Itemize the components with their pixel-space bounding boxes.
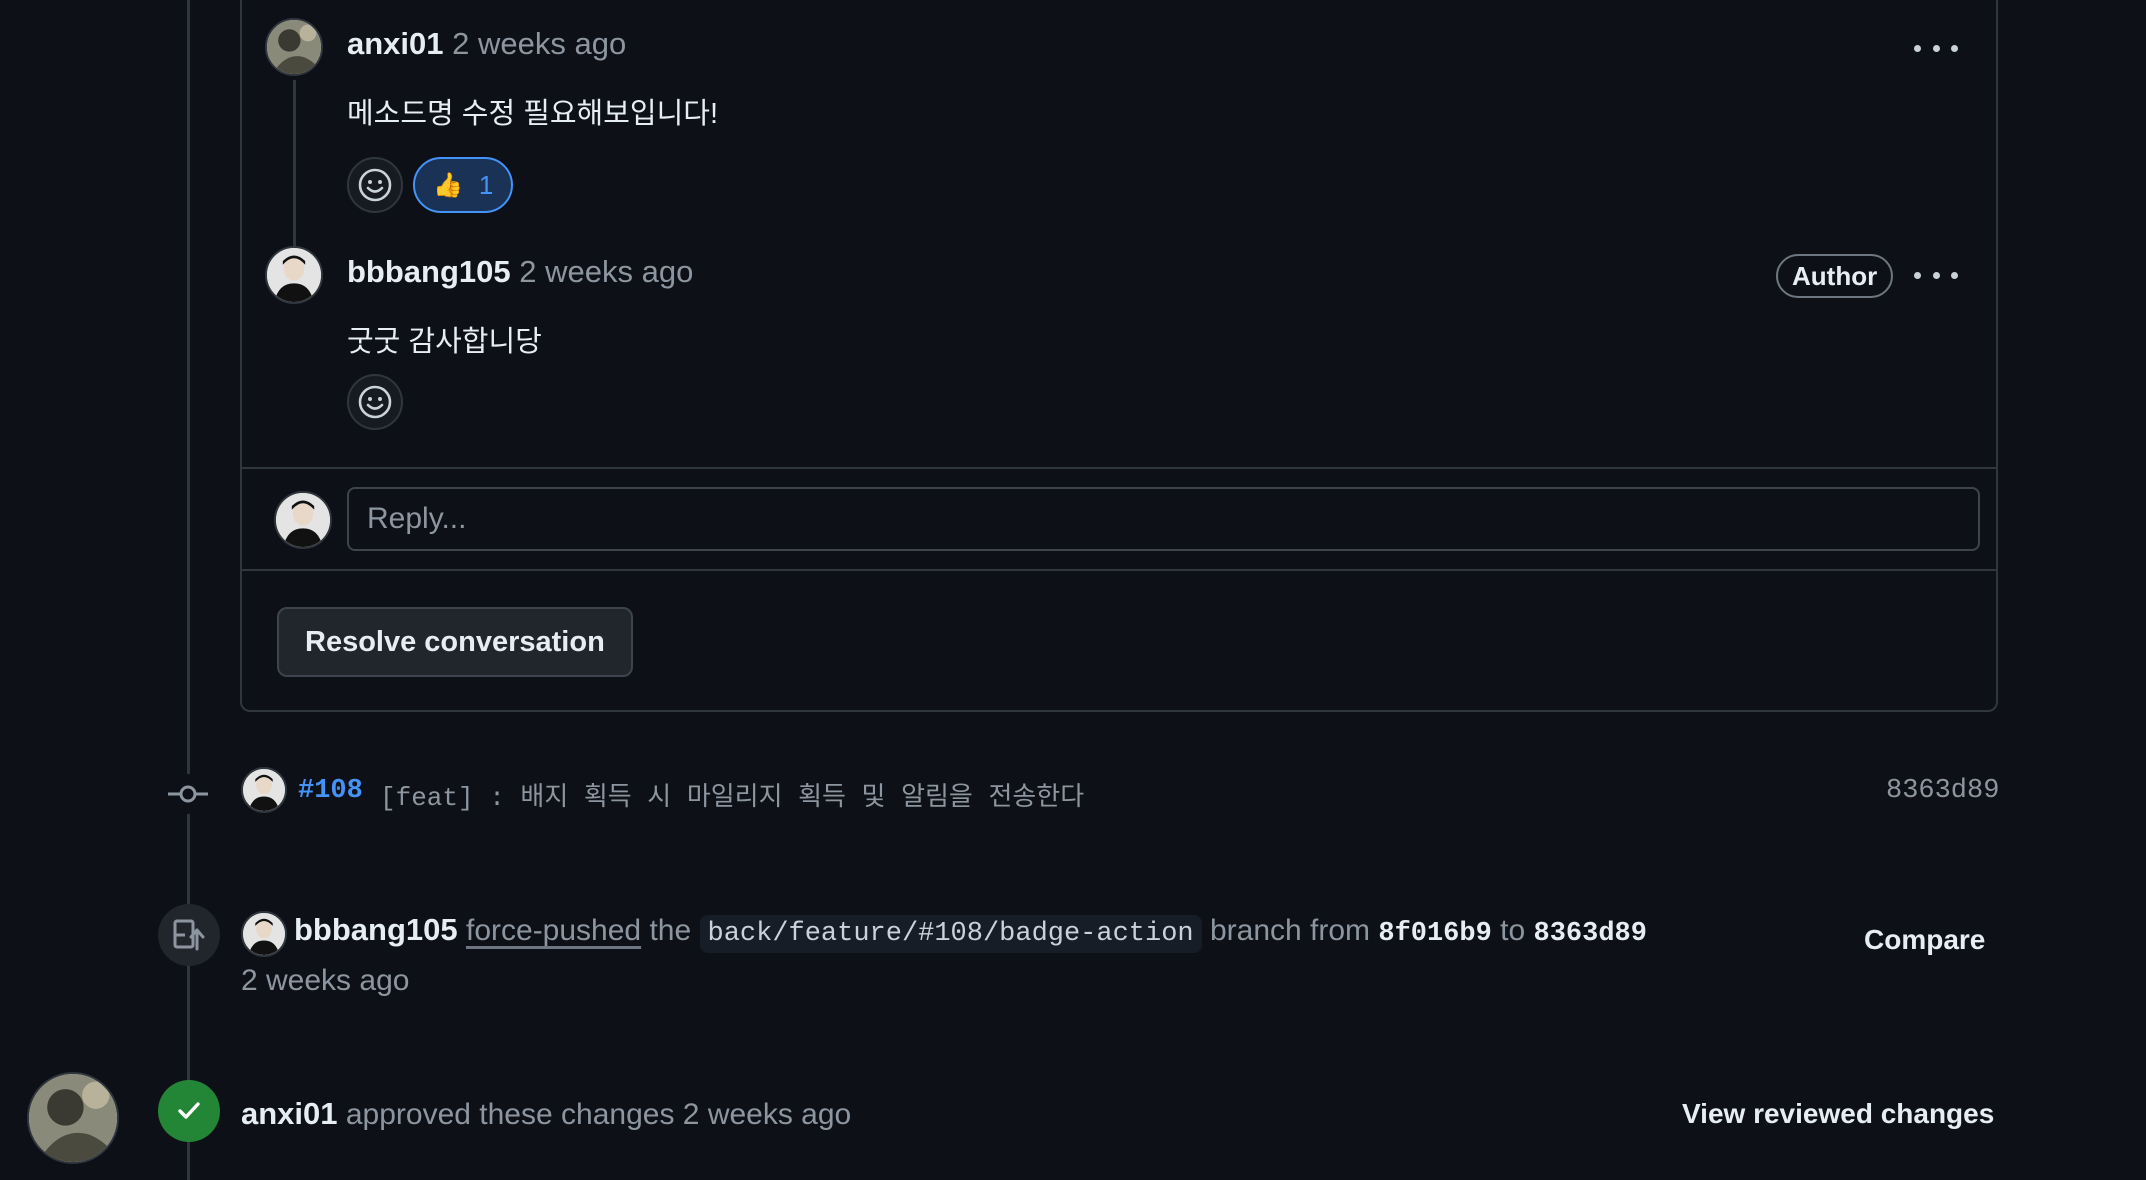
the-text: the bbox=[649, 914, 692, 947]
comment-timestamp[interactable]: 2 weeks ago bbox=[519, 254, 693, 289]
timeline-line bbox=[187, 0, 190, 1180]
force-push-summary: bbbang105 force-pushed the back/feature/… bbox=[294, 912, 1647, 953]
force-pushed-link[interactable]: force-pushed bbox=[466, 914, 641, 947]
branch-from-text: branch from bbox=[1209, 914, 1371, 947]
smiley-icon bbox=[358, 385, 392, 419]
commit-author-avatar[interactable] bbox=[241, 767, 287, 813]
avatar[interactable] bbox=[265, 18, 323, 76]
review-timestamp[interactable]: 2 weeks ago bbox=[683, 1098, 851, 1131]
view-reviewed-changes-button[interactable]: View reviewed changes bbox=[1682, 1098, 1994, 1130]
comment-options-button[interactable] bbox=[1914, 38, 1958, 58]
approved-badge bbox=[158, 1080, 220, 1142]
commit-sha[interactable]: 8363d89 bbox=[1886, 776, 1999, 806]
comment-author[interactable]: anxi01 2 weeks ago bbox=[347, 26, 626, 62]
force-push-timestamp[interactable]: 2 weeks ago bbox=[241, 964, 409, 998]
commit-message[interactable]: [feat] : 배지 획득 시 마일리지 획득 및 알림을 전송한다 bbox=[380, 776, 1084, 813]
commit-issue-link[interactable]: #108 bbox=[298, 776, 363, 806]
to-sha-link[interactable]: 8363d89 bbox=[1534, 919, 1647, 949]
thumbs-up-reaction[interactable]: 👍 1 bbox=[413, 157, 514, 213]
compare-button[interactable]: Compare bbox=[1864, 924, 1985, 956]
check-icon bbox=[178, 1102, 200, 1119]
comment-timestamp[interactable]: 2 weeks ago bbox=[452, 26, 626, 61]
reply-input[interactable] bbox=[347, 487, 1980, 551]
avatar[interactable] bbox=[265, 246, 323, 304]
reviewer-avatar[interactable] bbox=[27, 1072, 119, 1164]
repo-push-icon bbox=[158, 904, 220, 966]
thread-connector bbox=[293, 80, 296, 250]
comment-options-button[interactable] bbox=[1914, 265, 1958, 285]
comment-body: 굿굿 감사합니당 bbox=[347, 326, 542, 358]
thumbs-up-emoji: 👍 bbox=[433, 171, 463, 199]
add-reaction-button[interactable] bbox=[347, 157, 403, 213]
smiley-icon bbox=[358, 168, 392, 202]
resolve-conversation-button[interactable]: Resolve conversation bbox=[277, 607, 633, 677]
current-user-avatar bbox=[274, 491, 332, 549]
comment-author[interactable]: bbbang105 2 weeks ago bbox=[347, 254, 693, 290]
comment-body: 메소드명 수정 필요해보입니다! bbox=[347, 98, 719, 130]
reviewer-name[interactable]: anxi01 bbox=[241, 1096, 338, 1131]
from-sha-link[interactable]: 8f016b9 bbox=[1378, 919, 1491, 949]
push-author-avatar[interactable] bbox=[241, 911, 287, 957]
push-author[interactable]: bbbang105 bbox=[294, 912, 458, 947]
reaction-count: 1 bbox=[478, 169, 494, 200]
branch-name[interactable]: back/feature/#108/badge-action bbox=[699, 915, 1202, 953]
review-action-text: approved these changes bbox=[345, 1098, 675, 1131]
git-commit-icon bbox=[168, 774, 208, 814]
add-reaction-button[interactable] bbox=[347, 374, 403, 430]
to-text: to bbox=[1500, 914, 1526, 947]
author-badge: Author bbox=[1776, 254, 1894, 298]
review-summary: anxi01 approved these changes 2 weeks ag… bbox=[241, 1096, 851, 1132]
